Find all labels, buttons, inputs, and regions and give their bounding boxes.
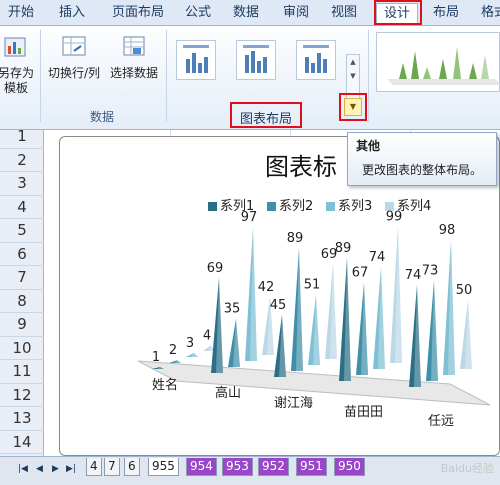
separator — [40, 30, 41, 122]
category-label: 姓名 — [152, 377, 178, 393]
chart-layout-3[interactable] — [296, 40, 336, 80]
save-template-label: 另存为 模板 — [0, 66, 34, 95]
sheet-tab[interactable]: 953 — [222, 458, 253, 476]
tab-format[interactable]: 格式 — [476, 3, 500, 25]
row-number[interactable]: 2 — [0, 149, 44, 172]
row-number[interactable]: 6 — [0, 243, 44, 266]
tab-home[interactable]: 开始 — [2, 3, 40, 25]
chart-style-preview-icon — [387, 47, 500, 85]
data-label: 35 — [224, 302, 241, 317]
data-label: 89 — [335, 241, 352, 256]
sheet-tab[interactable]: 950 — [334, 458, 365, 476]
prev-sheet-icon[interactable]: ◀ — [36, 464, 43, 474]
category-label: 任远 — [428, 414, 454, 429]
first-sheet-icon[interactable]: |◀ — [18, 464, 28, 474]
row-number[interactable]: 5 — [0, 219, 44, 243]
last-sheet-icon[interactable]: ▶| — [66, 464, 76, 474]
data-label: 4 — [203, 328, 211, 343]
data-label: 69 — [207, 261, 224, 276]
row-number[interactable]: 3 — [0, 172, 44, 196]
chart-template-icon — [0, 34, 36, 62]
row-header: 1 2 3 4 5 6 7 8 9 10 11 12 13 14 — [0, 127, 44, 456]
chart-style-gallery[interactable] — [376, 32, 500, 92]
tab-data[interactable]: 数据 — [228, 3, 264, 25]
row-number[interactable]: 12 — [0, 384, 44, 407]
tab-insert[interactable]: 插入 — [52, 3, 92, 25]
select-data-icon — [106, 34, 162, 62]
tab-view[interactable]: 视图 — [326, 3, 362, 25]
data-label: 99 — [386, 209, 403, 224]
layout-thumbnail-icon — [243, 45, 269, 73]
tab-review[interactable]: 审阅 — [278, 3, 314, 25]
scroll-down-icon[interactable]: ▼ — [347, 69, 359, 83]
data-label: 67 — [352, 266, 369, 281]
watermark: Baidu经验 — [440, 462, 494, 475]
category-label: 高山 — [215, 385, 241, 401]
data-label: 89 — [287, 231, 304, 246]
row-number[interactable]: 14 — [0, 431, 44, 454]
data-label: 42 — [258, 280, 275, 295]
data-label: 98 — [439, 223, 456, 238]
data-label: 51 — [304, 278, 321, 293]
sheet-tab-bar: |◀ ◀ ▶ ▶| 4 7 6 955 954 953 952 951 950 Baidu经验 — [0, 456, 500, 485]
highlight-design-tab — [374, 0, 422, 25]
switch-row-column-label: 切换行/列 — [47, 66, 101, 80]
switch-row-column-icon — [44, 34, 104, 62]
select-data-button[interactable]: 选择数据 — [106, 34, 162, 81]
sheet-tab[interactable]: 954 — [186, 458, 217, 476]
sheet-tab[interactable]: 4 — [86, 458, 102, 476]
data-group-label: 数据 — [90, 110, 115, 124]
row-number[interactable]: 4 — [0, 196, 44, 219]
more-layouts-tooltip: 其他 更改图表的整体布局。 — [347, 132, 497, 186]
sheet-tab[interactable]: 952 — [258, 458, 289, 476]
row-number[interactable]: 11 — [0, 360, 44, 384]
data-label: 74 — [369, 250, 386, 265]
sheet-tab[interactable]: 7 — [104, 458, 120, 476]
chart-layout-2[interactable] — [236, 40, 276, 80]
data-label: 74 — [405, 268, 422, 283]
tab-formulas[interactable]: 公式 — [180, 3, 216, 25]
row-number[interactable]: 9 — [0, 313, 44, 337]
layout-thumbnail-icon — [303, 45, 329, 73]
data-label: 3 — [186, 336, 194, 351]
highlight-more-button — [339, 93, 367, 121]
ribbon-tab-bar: 开始 插入 页面布局 公式 数据 审阅 视图 设计 布局 格式 — [0, 0, 500, 26]
data-label: 45 — [270, 298, 287, 313]
data-label: 1 — [152, 350, 160, 365]
row-number[interactable]: 1 — [0, 125, 44, 149]
data-label: 2 — [169, 343, 177, 358]
tab-layout[interactable]: 布局 — [428, 3, 464, 25]
data-label: 50 — [456, 283, 473, 298]
separator — [166, 30, 167, 122]
highlight-chart-layout-group — [230, 102, 302, 128]
category-label: 谢江海 — [274, 395, 313, 411]
layout-thumbnail-icon — [183, 45, 209, 73]
save-as-template-button[interactable]: 另存为 模板 — [0, 34, 36, 96]
switch-row-column-button[interactable]: 切换行/列 — [44, 34, 104, 81]
tooltip-title: 其他 — [356, 139, 381, 153]
sheet-tab[interactable]: 955 — [148, 458, 179, 476]
category-label: 苗田田 — [344, 405, 383, 420]
sheet-tab[interactable]: 951 — [296, 458, 327, 476]
select-data-label: 选择数据 — [109, 66, 158, 80]
scroll-up-icon[interactable]: ▲ — [347, 55, 359, 69]
data-label: 73 — [422, 263, 439, 278]
sheet-tab[interactable]: 6 — [124, 458, 140, 476]
separator — [368, 30, 369, 122]
row-number[interactable]: 13 — [0, 407, 44, 431]
row-number[interactable]: 8 — [0, 290, 44, 313]
ribbon: 另存为 模板 切换行/列 选择数据 数据 ▲ ▼ ▼ 图表布局 — [0, 26, 500, 130]
row-number[interactable]: 7 — [0, 266, 44, 290]
tooltip-description: 更改图表的整体布局。 — [362, 163, 483, 177]
chart-layout-1[interactable] — [176, 40, 216, 80]
next-sheet-icon[interactable]: ▶ — [52, 464, 59, 474]
row-number[interactable]: 10 — [0, 337, 44, 360]
data-label: 97 — [241, 210, 258, 225]
tab-page-layout[interactable]: 页面布局 — [106, 3, 170, 25]
